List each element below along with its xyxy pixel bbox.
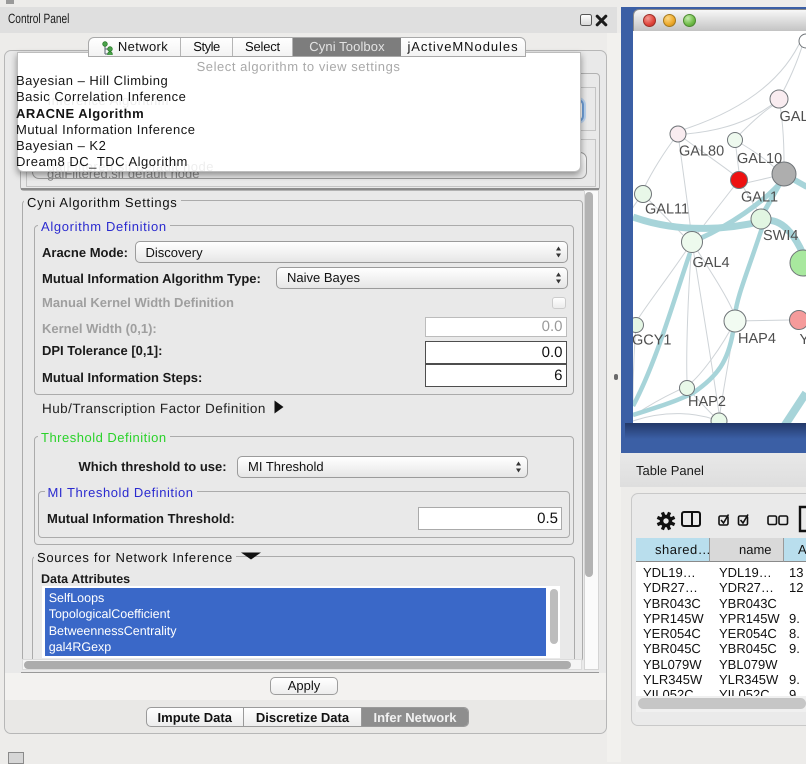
svg-text:GAL4: GAL4: [693, 255, 730, 271]
svg-text:GAL10: GAL10: [737, 151, 782, 167]
svg-text:HAP2: HAP2: [688, 394, 726, 410]
svg-text:GAL: GAL: [780, 109, 806, 125]
svg-text:GAL11: GAL11: [645, 202, 689, 218]
svg-text:GAL1: GAL1: [741, 190, 778, 206]
svg-text:GCY1: GCY1: [633, 333, 672, 349]
svg-text:Y: Y: [800, 332, 806, 348]
svg-text:GAL80: GAL80: [679, 144, 724, 160]
svg-text:SWI4: SWI4: [763, 228, 798, 244]
svg-text:HAP4: HAP4: [738, 331, 776, 347]
